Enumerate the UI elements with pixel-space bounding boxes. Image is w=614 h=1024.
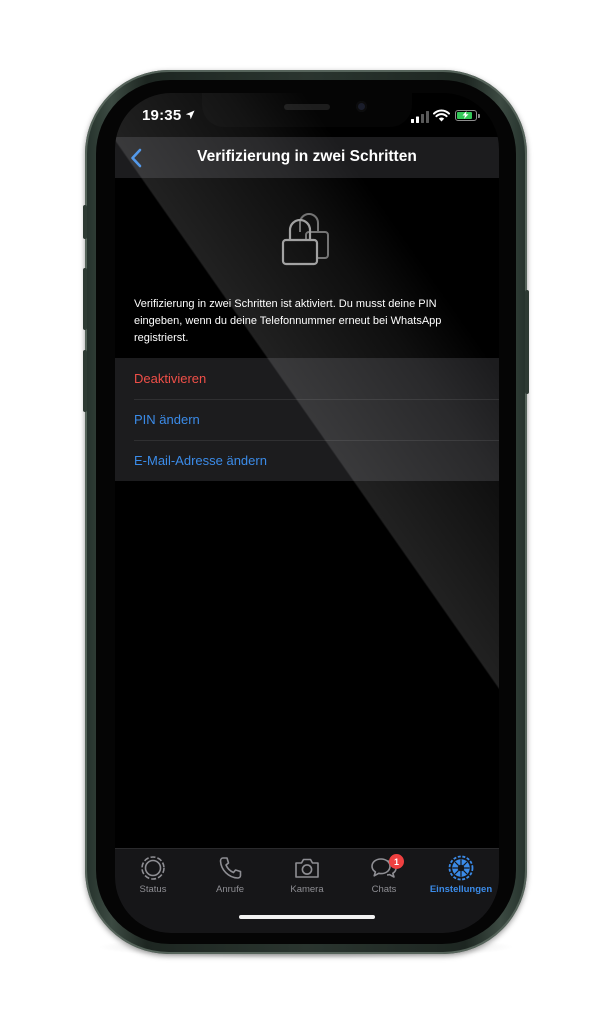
tab-status[interactable]: Status (115, 855, 191, 903)
tab-kamera[interactable]: Kamera (269, 855, 345, 903)
tab-chats[interactable]: 1 Chats (346, 854, 422, 903)
change-pin-label: PIN ändern (134, 412, 200, 427)
wifi-icon (433, 109, 450, 122)
verification-description: Verifizierung in zwei Schritten ist akti… (134, 298, 442, 344)
status-time: 19:35 (142, 107, 182, 124)
settings-gear-icon (448, 855, 474, 881)
deactivate-label: Deaktivieren (134, 371, 207, 386)
tab-anrufe[interactable]: Anrufe (192, 855, 268, 903)
tab-einstellungen-label: Einstellungen (429, 884, 493, 895)
volume-up-button (83, 268, 87, 330)
home-indicator[interactable] (239, 915, 375, 919)
navigation-bar: Verifizierung in zwei Schritten (115, 137, 499, 178)
volume-down-button (83, 350, 87, 412)
deactivate-button[interactable]: Deaktivieren (115, 358, 499, 399)
tab-einstellungen[interactable]: Einstellungen (423, 855, 499, 903)
earpiece-speaker (284, 104, 330, 110)
actions-group: Deaktivieren PIN ändern E-Mail-Adresse ä… (115, 358, 499, 481)
change-pin-button[interactable]: PIN ändern (115, 399, 499, 440)
page-title: Verifizierung in zwei Schritten (197, 148, 417, 165)
tab-status-label: Status (139, 884, 167, 895)
change-email-label: E-Mail-Adresse ändern (134, 453, 267, 468)
camera-icon (295, 858, 319, 878)
notch (202, 93, 412, 127)
power-button (525, 290, 529, 394)
tab-bar: Status Anrufe Kamera 1 Chats Einstellung… (115, 848, 499, 933)
status-ring-icon (141, 856, 165, 880)
tab-anrufe-label: Anrufe (216, 884, 244, 895)
tab-chats-label: Chats (371, 884, 397, 895)
battery-charging-icon (455, 110, 480, 121)
tab-kamera-label: Kamera (290, 884, 324, 895)
phone-screen: 19:35 Verifizierung in zwei Schritten Ve… (115, 93, 499, 933)
cellular-signal-icon (411, 111, 429, 123)
chats-unread-badge: 1 (389, 854, 404, 869)
location-arrow-icon (185, 110, 195, 120)
change-email-button[interactable]: E-Mail-Adresse ändern (115, 440, 499, 481)
phone-icon (219, 857, 242, 879)
front-camera (356, 101, 367, 112)
silent-switch (83, 205, 87, 239)
settings-content: Verifizierung in zwei Schritten ist akti… (115, 178, 499, 848)
lock-icon (281, 213, 329, 266)
